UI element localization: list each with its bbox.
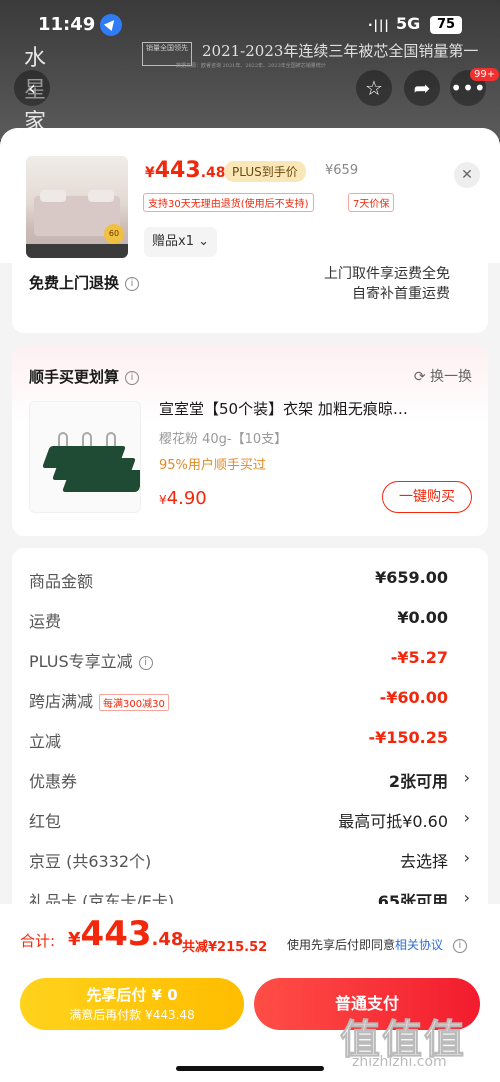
back-button[interactable]: ‹ <box>14 70 50 106</box>
status-time: 11:49 <box>38 14 96 35</box>
total-saved: 共减¥215.52 <box>182 940 268 955</box>
product-thumbnail[interactable]: 60 <box>26 156 128 258</box>
return-service-line1: 上门取件享运费全免 <box>324 266 450 282</box>
status-bar: 11:49 ·||| 5G 75 <box>0 14 500 40</box>
return-service-line2: 自寄补首重运费 <box>352 286 450 302</box>
watermark-url: zhizhizhi.com <box>352 1054 447 1070</box>
summary-row-red-packet[interactable]: 红包 最高可抵¥0.60 › <box>12 798 488 838</box>
chevron-left-icon: ‹ <box>28 76 36 100</box>
summary-row-goods-amount: 商品金额 ¥659.00 <box>29 568 448 591</box>
total-label: 合计: <box>20 932 56 950</box>
share-button[interactable]: ➦ <box>404 70 440 106</box>
refresh-button[interactable]: ⟳ 换一换 <box>414 366 472 386</box>
summary-row-cross-store-discount: 跨店满减 每满300减30 -¥60.00 <box>29 688 448 711</box>
price-summary-card: 商品金额 ¥659.00 运费 ¥0.00 PLUS专享立减 i -¥5.27 跨… <box>12 548 488 948</box>
addon-product-spec: 樱花粉 40g-【10支】 <box>159 432 288 447</box>
network-type: 5G <box>396 14 421 33</box>
star-icon: ☆ <box>365 76 383 100</box>
battery-icon: 75 <box>430 16 462 34</box>
return-service-title: 免费上门退换 i <box>29 272 140 293</box>
total-amount: ¥443.48 <box>68 914 184 954</box>
brand-fine-print: 数据来源：欧睿咨询 2021年、2022年、2023年全国被芯销量统计 <box>176 63 326 69</box>
refresh-icon: ⟳ <box>413 369 426 385</box>
original-price: ¥659 <box>325 163 359 178</box>
pay-later-button[interactable]: 先享后付 ¥ 0 满意后再付款 ¥443.48 <box>20 978 244 1030</box>
addon-bought-rate: 95%用户顺手买过 <box>159 458 266 473</box>
addon-price: ¥4.90 <box>159 488 207 509</box>
message-count-badge: 99+ <box>470 68 500 81</box>
brand-slogan: 2021-2023年连续三年被芯全国销量第一 <box>202 42 479 60</box>
chevron-right-icon: › <box>463 768 470 787</box>
addon-recommendation-card: 顺手买更划算 i ⟳ 换一换 宣室堂【50个装】衣架 加粗无痕晾… 樱花粉 40g… <box>12 346 488 536</box>
addon-title: 顺手买更划算 i <box>29 366 140 387</box>
plus-price-badge: PLUS到手价 <box>224 161 306 182</box>
return-service-card: 免费上门退换 i 上门取件享运费全免 自寄补首重运费 <box>12 263 488 333</box>
promo-tag: 每满300减30 <box>99 694 169 711</box>
summary-row-plus-discount: PLUS专享立减 i -¥5.27 <box>29 648 448 671</box>
gift-selector[interactable]: 赠品x1 ⌄ <box>144 227 218 257</box>
summary-row-coupons[interactable]: 优惠券 2张可用 › <box>12 758 488 798</box>
return-policy-tag: 支持30天无理由退货(使用后不支持) <box>143 193 314 212</box>
agreement-link[interactable]: 相关协议 <box>395 938 443 952</box>
chevron-right-icon: › <box>463 808 470 827</box>
info-icon[interactable]: i <box>138 655 153 670</box>
checkout-footer: 合计: ¥443.48 共减¥215.52 使用先享后付即同意相关协议 i 先享… <box>0 904 500 1082</box>
summary-row-jd-beans[interactable]: 京豆 (共6332个) 去选择 › <box>12 838 488 878</box>
favorite-button[interactable]: ☆ <box>356 70 392 106</box>
info-icon[interactable]: i <box>125 370 140 385</box>
one-click-buy-button[interactable]: 一键购买 <box>382 481 472 513</box>
signal-icon: ·||| <box>368 18 390 32</box>
agreement-text: 使用先享后付即同意相关协议 i <box>287 936 467 953</box>
product-price: ¥443.48 <box>145 158 226 183</box>
close-button[interactable]: ✕ <box>454 162 480 188</box>
home-indicator[interactable] <box>176 1066 324 1071</box>
share-icon: ➦ <box>413 76 431 100</box>
price-protect-tag: 7天价保 <box>348 193 395 212</box>
addon-product-image[interactable] <box>29 401 141 513</box>
summary-row-instant-discount: 立减 -¥150.25 <box>29 728 448 751</box>
info-icon[interactable]: i <box>125 276 140 291</box>
chevron-right-icon: › <box>463 848 470 867</box>
product-summary: 60 ¥443.48 PLUS到手价 ¥659 支持30天无理由退货(使用后不支… <box>0 128 500 263</box>
chevron-down-icon: ⌄ <box>198 234 210 249</box>
product-page-header: 11:49 ·||| 5G 75 水星家纺 销量全国领先 2021-2023年连… <box>0 0 500 140</box>
summary-row-shipping: 运费 ¥0.00 <box>29 608 448 631</box>
location-arrow-icon <box>100 14 122 36</box>
addon-product-name[interactable]: 宣室堂【50个装】衣架 加粗无痕晾… <box>159 398 408 419</box>
discount-badge: 60 <box>104 224 124 244</box>
info-icon[interactable]: i <box>452 938 467 953</box>
close-icon: ✕ <box>461 167 473 183</box>
